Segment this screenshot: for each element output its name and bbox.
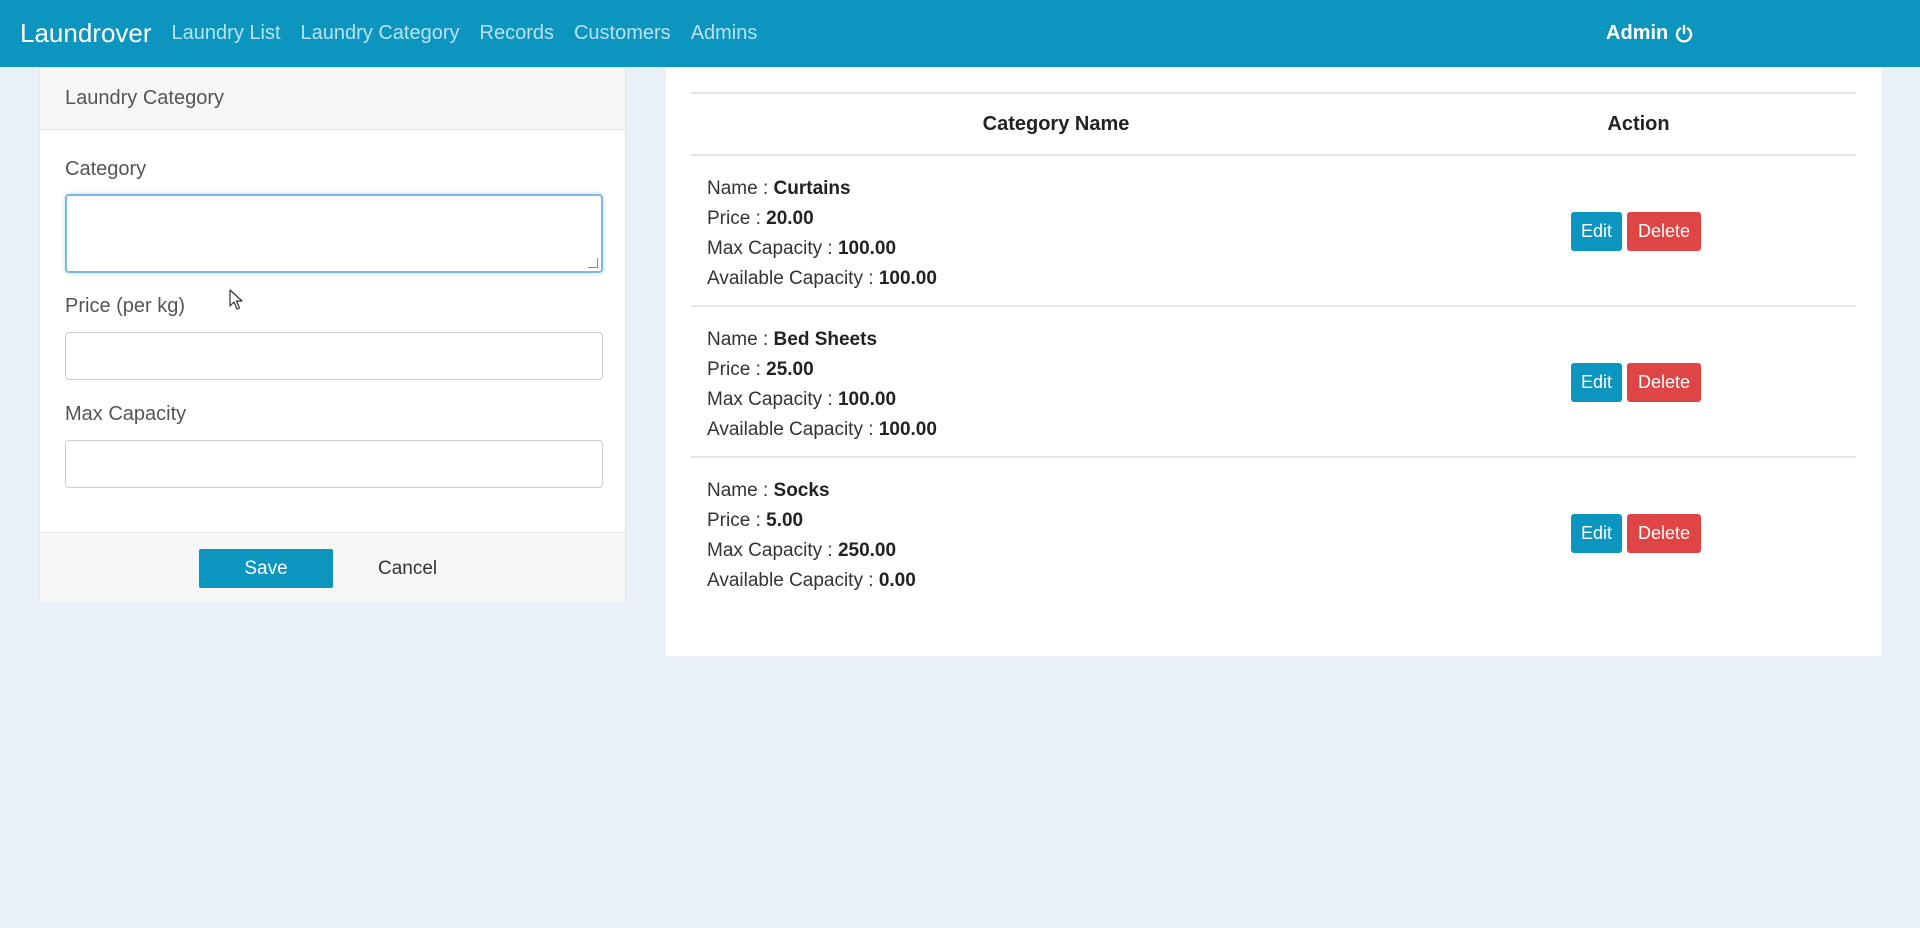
top-navbar: Laundrover Laundry List Laundry Category…	[0, 0, 1920, 67]
max-capacity-label: Max Capacity	[65, 403, 187, 425]
resize-grip-icon[interactable]	[588, 258, 598, 268]
nav-link-laundry-category[interactable]: Laundry Category	[301, 22, 460, 45]
category-textarea[interactable]	[65, 194, 603, 273]
category-max-capacity: 100.00	[837, 389, 897, 410]
category-price: 5.00	[766, 510, 804, 531]
price-label: Price (per kg)	[65, 295, 186, 317]
category-label: Category	[65, 158, 147, 180]
category-max-capacity: 250.00	[837, 540, 897, 561]
table-row: Name : Bed Sheets Price : 25.00 Max Capa…	[691, 307, 1856, 458]
name-label: Name :	[707, 329, 774, 350]
price-label: Price :	[707, 510, 767, 531]
save-button[interactable]: Save	[199, 549, 333, 588]
nav-link-records[interactable]: Records	[480, 22, 554, 45]
price-label: Price :	[707, 359, 767, 380]
row-actions: Edit Delete	[1571, 514, 1702, 553]
category-available-capacity: 100.00	[878, 419, 937, 440]
header-action: Action	[1607, 113, 1670, 135]
delete-button[interactable]: Delete	[1627, 514, 1702, 553]
category-table-card: Category Name Action Name : Curtains Pri…	[666, 67, 1881, 656]
table-header: Category Name Action	[691, 94, 1856, 156]
nav-link-admins[interactable]: Admins	[691, 22, 758, 45]
category-info: Name : Socks Price : 5.00 Max Capacity :…	[707, 476, 916, 596]
nav-link-laundry-list[interactable]: Laundry List	[172, 22, 281, 45]
category-info: Name : Bed Sheets Price : 25.00 Max Capa…	[707, 325, 937, 445]
form-title: Laundry Category	[40, 68, 625, 130]
name-label: Name :	[707, 480, 774, 501]
max-capacity-label: Max Capacity :	[707, 389, 838, 410]
max-capacity-input[interactable]	[65, 440, 603, 488]
nav-link-customers[interactable]: Customers	[574, 22, 671, 45]
category-max-capacity: 100.00	[837, 238, 897, 259]
name-label: Name :	[707, 178, 774, 199]
category-available-capacity: 0.00	[878, 570, 916, 591]
power-icon[interactable]	[1674, 24, 1694, 44]
edit-button[interactable]: Edit	[1571, 212, 1623, 251]
delete-button[interactable]: Delete	[1627, 363, 1702, 402]
table-row: Name : Curtains Price : 20.00 Max Capaci…	[691, 156, 1856, 307]
available-capacity-label: Available Capacity :	[707, 268, 879, 289]
nav-links: Laundry List Laundry Category Records Cu…	[172, 22, 778, 45]
user-menu[interactable]: Admin	[1606, 0, 1694, 67]
category-form-card: Laundry Category Category Price (per kg)…	[39, 67, 626, 602]
delete-button[interactable]: Delete	[1627, 212, 1702, 251]
header-category-name: Category Name	[982, 113, 1130, 135]
available-capacity-label: Available Capacity :	[707, 419, 879, 440]
category-name: Curtains	[773, 178, 851, 199]
cancel-button[interactable]: Cancel	[378, 549, 437, 588]
max-capacity-label: Max Capacity :	[707, 238, 838, 259]
row-actions: Edit Delete	[1571, 363, 1702, 402]
category-price: 25.00	[766, 359, 814, 380]
brand-logo[interactable]: Laundrover	[20, 18, 152, 49]
edit-button[interactable]: Edit	[1571, 363, 1623, 402]
price-input[interactable]	[65, 332, 603, 380]
available-capacity-label: Available Capacity :	[707, 570, 879, 591]
table-row: Name : Socks Price : 5.00 Max Capacity :…	[691, 458, 1856, 609]
row-actions: Edit Delete	[1571, 212, 1702, 251]
category-available-capacity: 100.00	[878, 268, 937, 289]
category-name: Socks	[773, 480, 830, 501]
mouse-cursor-icon	[229, 289, 243, 310]
category-info: Name : Curtains Price : 20.00 Max Capaci…	[707, 174, 937, 294]
user-name: Admin	[1606, 22, 1669, 44]
category-price: 20.00	[766, 208, 814, 229]
edit-button[interactable]: Edit	[1571, 514, 1623, 553]
form-footer: Save Cancel	[40, 532, 625, 602]
max-capacity-label: Max Capacity :	[707, 540, 838, 561]
price-label: Price :	[707, 208, 767, 229]
category-name: Bed Sheets	[773, 329, 878, 350]
